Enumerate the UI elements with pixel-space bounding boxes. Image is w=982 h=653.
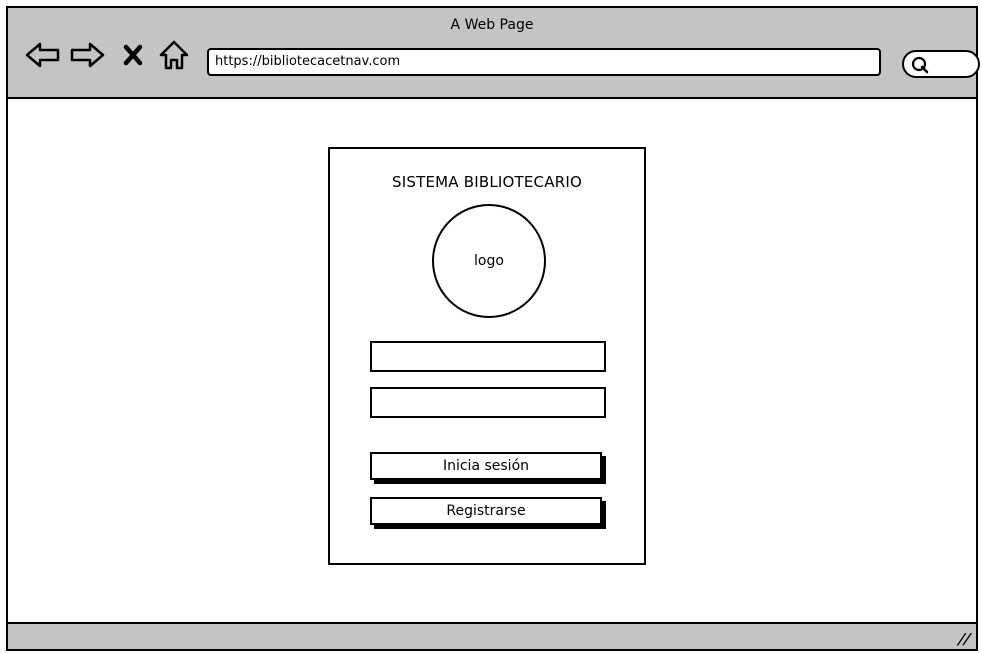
resize-grip-icon[interactable]: // <box>956 630 974 648</box>
browser-toolbar: A Web Page https://bibliotecacetnav.com <box>6 6 980 99</box>
register-button[interactable]: Registrarse <box>370 497 602 525</box>
password-field[interactable] <box>370 387 606 418</box>
stop-button[interactable] <box>120 38 146 72</box>
username-field[interactable] <box>370 341 606 372</box>
back-arrow-icon <box>25 42 60 68</box>
search-icon <box>911 56 929 74</box>
login-card: SISTEMA BIBLIOTECARIO logo Inicia sesión… <box>328 147 646 565</box>
logo-label: logo <box>474 253 504 269</box>
logo-placeholder: logo <box>432 204 546 318</box>
close-icon <box>123 44 143 66</box>
home-icon <box>159 40 189 70</box>
login-button[interactable]: Inicia sesión <box>370 452 602 480</box>
search-button[interactable] <box>902 50 980 78</box>
back-button[interactable] <box>24 38 62 72</box>
status-bar: // <box>6 622 978 651</box>
url-input[interactable]: https://bibliotecacetnav.com <box>207 48 881 76</box>
home-button[interactable] <box>156 38 192 72</box>
forward-arrow-icon <box>70 42 105 68</box>
window-title: A Web Page <box>450 17 534 33</box>
system-title: SISTEMA BIBLIOTECARIO <box>392 173 582 191</box>
forward-button[interactable] <box>68 38 106 72</box>
